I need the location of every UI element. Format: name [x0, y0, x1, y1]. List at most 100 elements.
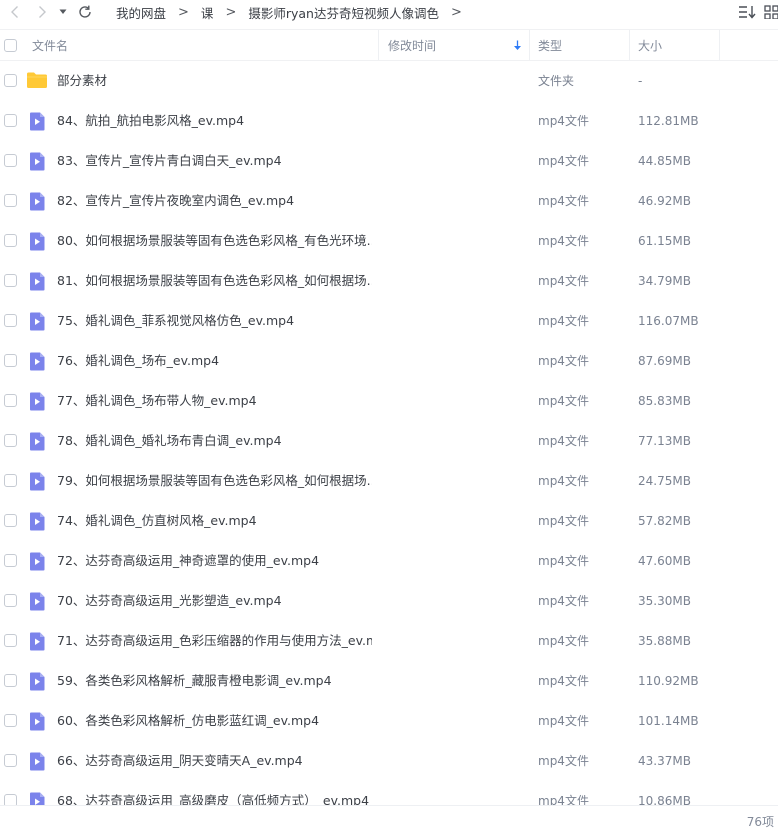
grid-view-button[interactable] — [764, 2, 778, 22]
row-checkbox[interactable] — [4, 514, 17, 527]
row-checkbox[interactable] — [4, 434, 17, 447]
file-name[interactable]: 81、如何根据场景服装等固有色选色彩风格_如何根据场... — [57, 261, 372, 301]
video-file-icon — [28, 312, 46, 331]
video-file-icon — [28, 152, 46, 171]
row-checkbox[interactable] — [4, 474, 17, 487]
row-checkbox[interactable] — [4, 274, 17, 287]
file-name[interactable]: 83、宣传片_宣传片青白调白天_ev.mp4 — [57, 141, 282, 181]
column-divider[interactable] — [529, 30, 530, 60]
sort-options-button[interactable] — [736, 2, 758, 22]
breadcrumb-separator: > — [225, 4, 237, 20]
file-name[interactable]: 78、婚礼调色_婚礼场布青白调_ev.mp4 — [57, 421, 282, 461]
row-checkbox[interactable] — [4, 394, 17, 407]
sort-icon — [739, 6, 756, 19]
breadcrumb-item-root[interactable]: 我的网盘 — [108, 3, 174, 22]
column-header-type-label: 类型 — [538, 38, 563, 53]
file-row[interactable]: 59、各类色彩风格解析_藏服青橙电影调_ev.mp4 mp4文件 110.92MB — [0, 661, 778, 701]
file-name[interactable]: 80、如何根据场景服装等固有色选色彩风格_有色光环境... — [57, 221, 372, 261]
row-checkbox[interactable] — [4, 354, 17, 367]
column-header-type[interactable]: 类型 — [538, 30, 628, 60]
file-name[interactable]: 71、达芬奇高级运用_色彩压缩器的作用与使用方法_ev.m... — [57, 621, 372, 661]
file-row[interactable]: 76、婚礼调色_场布_ev.mp4 mp4文件 87.69MB — [0, 341, 778, 381]
breadcrumb-separator: > — [450, 4, 462, 20]
file-type: mp4文件 — [538, 714, 589, 728]
row-checkbox[interactable] — [4, 194, 17, 207]
video-file-icon — [28, 112, 46, 131]
file-type: mp4文件 — [538, 794, 589, 805]
file-row[interactable]: 68、达芬奇高级运用_高级磨皮（高低频方式）_ev.mp4 mp4文件 10.86M… — [0, 781, 778, 805]
file-row[interactable]: 74、婚礼调色_仿直树风格_ev.mp4 mp4文件 57.82MB — [0, 501, 778, 541]
file-type: mp4文件 — [538, 354, 589, 368]
file-name[interactable]: 74、婚礼调色_仿直树风格_ev.mp4 — [57, 501, 257, 541]
file-name[interactable]: 60、各类色彩风格解析_仿电影蓝红调_ev.mp4 — [57, 701, 319, 741]
file-size: 34.79MB — [638, 274, 691, 288]
file-row[interactable]: 81、如何根据场景服装等固有色选色彩风格_如何根据场... mp4文件 34.79M… — [0, 261, 778, 301]
row-checkbox[interactable] — [4, 114, 17, 127]
file-row[interactable]: 80、如何根据场景服装等固有色选色彩风格_有色光环境... mp4文件 61.15M… — [0, 221, 778, 261]
file-type: mp4文件 — [538, 554, 589, 568]
row-checkbox[interactable] — [4, 554, 17, 567]
file-size: 116.07MB — [638, 314, 699, 328]
row-checkbox[interactable] — [4, 714, 17, 727]
back-button[interactable] — [5, 2, 25, 22]
file-name[interactable]: 70、达芬奇高级运用_光影塑造_ev.mp4 — [57, 581, 282, 621]
file-row[interactable]: 78、婚礼调色_婚礼场布青白调_ev.mp4 mp4文件 77.13MB — [0, 421, 778, 461]
file-name[interactable]: 76、婚礼调色_场布_ev.mp4 — [57, 341, 219, 381]
video-file-icon — [28, 232, 46, 251]
row-checkbox[interactable] — [4, 314, 17, 327]
file-row[interactable]: 75、婚礼调色_菲系视觉风格仿色_ev.mp4 mp4文件 116.07MB — [0, 301, 778, 341]
column-divider[interactable] — [629, 30, 630, 60]
file-size: 10.86MB — [638, 794, 691, 805]
column-divider[interactable] — [378, 30, 379, 60]
file-row[interactable]: 82、宣传片_宣传片夜晚室内调色_ev.mp4 mp4文件 46.92MB — [0, 181, 778, 221]
folder-row[interactable]: 部分素材 文件夹 - — [0, 61, 778, 101]
history-dropdown-button[interactable] — [55, 2, 71, 22]
column-header-name-label: 文件名 — [32, 38, 69, 53]
file-row[interactable]: 72、达芬奇高级运用_神奇遮罩的使用_ev.mp4 mp4文件 47.60MB — [0, 541, 778, 581]
select-all-checkbox[interactable] — [4, 39, 17, 52]
file-name[interactable]: 82、宣传片_宣传片夜晚室内调色_ev.mp4 — [57, 181, 294, 221]
column-header-modified-label: 修改时间 — [388, 38, 437, 53]
file-size: 77.13MB — [638, 434, 691, 448]
status-bar: 76项 — [0, 805, 778, 834]
row-checkbox[interactable] — [4, 594, 17, 607]
file-name[interactable]: 77、婚礼调色_场布带人物_ev.mp4 — [57, 381, 257, 421]
folder-icon — [27, 72, 47, 91]
row-checkbox[interactable] — [4, 234, 17, 247]
row-checkbox[interactable] — [4, 154, 17, 167]
file-name[interactable]: 75、婚礼调色_菲系视觉风格仿色_ev.mp4 — [57, 301, 294, 341]
file-name[interactable]: 79、如何根据场景服装等固有色选色彩风格_如何根据场... — [57, 461, 372, 501]
breadcrumb-item-course[interactable]: 课 — [193, 3, 222, 22]
file-row[interactable]: 71、达芬奇高级运用_色彩压缩器的作用与使用方法_ev.m... mp4文件 35.… — [0, 621, 778, 661]
row-checkbox[interactable] — [4, 754, 17, 767]
column-divider[interactable] — [719, 30, 720, 60]
file-row[interactable]: 66、达芬奇高级运用_阴天变晴天A_ev.mp4 mp4文件 43.37MB — [0, 741, 778, 781]
column-header-modified[interactable]: 修改时间 — [388, 30, 528, 60]
file-size: 101.14MB — [638, 714, 699, 728]
file-name[interactable]: 59、各类色彩风格解析_藏服青橙电影调_ev.mp4 — [57, 661, 332, 701]
file-size: 57.82MB — [638, 514, 691, 528]
file-row[interactable]: 70、达芬奇高级运用_光影塑造_ev.mp4 mp4文件 35.30MB — [0, 581, 778, 621]
row-checkbox[interactable] — [4, 794, 17, 805]
row-checkbox[interactable] — [4, 74, 17, 87]
file-row[interactable]: 83、宣传片_宣传片青白调白天_ev.mp4 mp4文件 44.85MB — [0, 141, 778, 181]
column-header-size[interactable]: 大小 — [638, 30, 718, 60]
refresh-button[interactable] — [75, 2, 95, 22]
file-name[interactable]: 部分素材 — [57, 61, 107, 101]
file-name[interactable]: 84、航拍_航拍电影风格_ev.mp4 — [57, 101, 244, 141]
file-name[interactable]: 66、达芬奇高级运用_阴天变晴天A_ev.mp4 — [57, 741, 303, 781]
forward-button[interactable] — [32, 2, 52, 22]
file-row[interactable]: 60、各类色彩风格解析_仿电影蓝红调_ev.mp4 mp4文件 101.14MB — [0, 701, 778, 741]
file-name[interactable]: 72、达芬奇高级运用_神奇遮罩的使用_ev.mp4 — [57, 541, 319, 581]
file-row[interactable]: 84、航拍_航拍电影风格_ev.mp4 mp4文件 112.81MB — [0, 101, 778, 141]
file-row[interactable]: 77、婚礼调色_场布带人物_ev.mp4 mp4文件 85.83MB — [0, 381, 778, 421]
file-row[interactable]: 79、如何根据场景服装等固有色选色彩风格_如何根据场... mp4文件 24.75M… — [0, 461, 778, 501]
file-size: 44.85MB — [638, 154, 691, 168]
row-checkbox[interactable] — [4, 674, 17, 687]
file-size: 43.37MB — [638, 754, 691, 768]
breadcrumb-item-current[interactable]: 摄影师ryan达芬奇短视频人像调色 — [240, 3, 447, 22]
column-header-name[interactable]: 文件名 — [32, 30, 377, 60]
file-name[interactable]: 68、达芬奇高级运用_高级磨皮（高低频方式）_ev.mp4 — [57, 781, 369, 805]
refresh-icon — [79, 5, 91, 18]
row-checkbox[interactable] — [4, 634, 17, 647]
